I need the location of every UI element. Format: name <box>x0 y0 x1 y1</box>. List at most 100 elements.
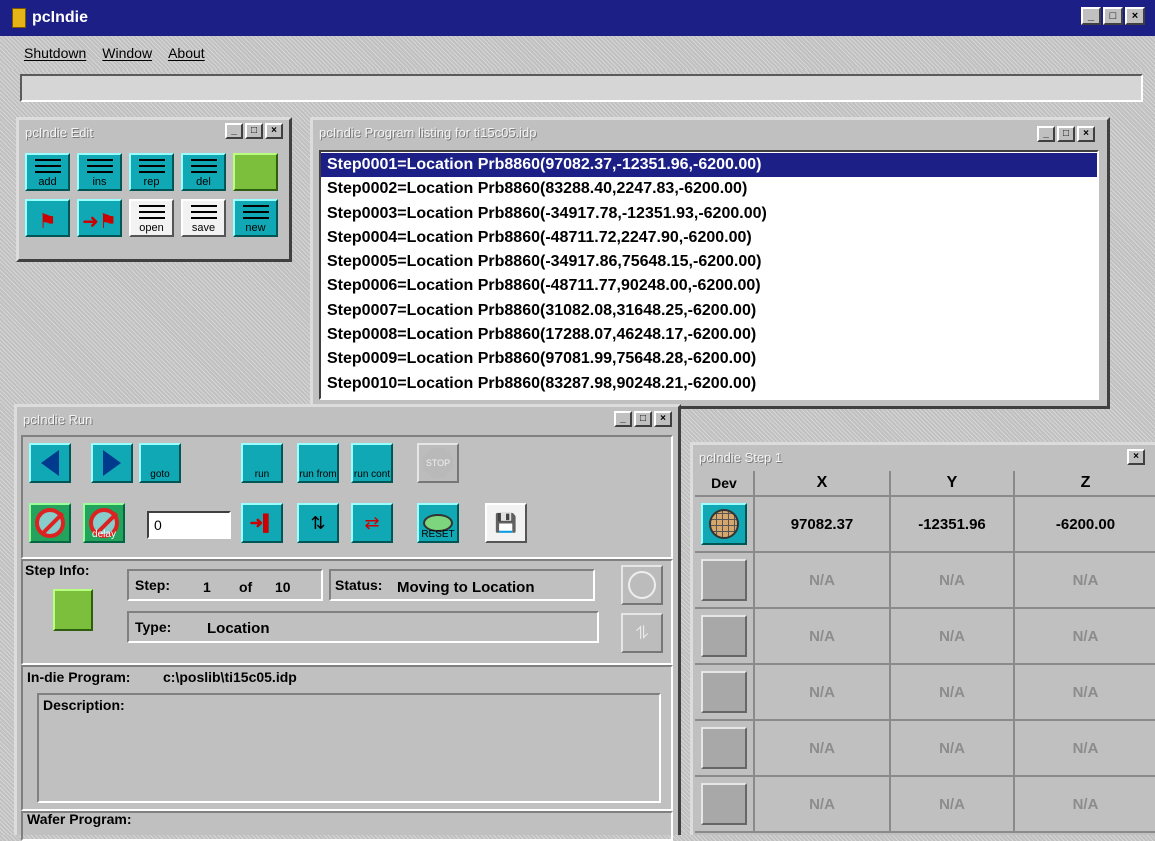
list-item[interactable]: Step0004=Location Prb8860(-48711.72,2247… <box>321 226 1097 250</box>
stop-button[interactable]: STOP <box>417 443 459 483</box>
globe-icon <box>628 571 656 599</box>
z-axis-button[interactable]: ⥮ <box>621 613 663 653</box>
listing-close-button[interactable]: × <box>1077 126 1095 142</box>
list-item[interactable]: Step0010=Location Prb8860(83287.98,90248… <box>321 372 1097 396</box>
insert-step-button[interactable]: ins <box>77 153 122 191</box>
list-icon <box>190 159 217 173</box>
right-arrow-icon <box>103 450 121 476</box>
run-titlebar[interactable]: pcIndie Run _ □ × <box>17 407 678 431</box>
y-value: N/A <box>891 777 1015 833</box>
run-from-label: run from <box>299 469 337 480</box>
close-button[interactable]: × <box>1125 7 1145 25</box>
wafer-program-label: Wafer Program: <box>27 811 132 827</box>
step-close-button[interactable]: × <box>1127 449 1145 465</box>
move-flag-button[interactable]: ➜⚑ <box>77 199 122 237</box>
col-header-dev: Dev <box>695 471 755 497</box>
flag-icon: ⚑ <box>38 211 57 233</box>
x-value: N/A <box>755 665 891 721</box>
list-item[interactable]: Step0008=Location Prb8860(17288.07,46248… <box>321 323 1097 347</box>
save-button[interactable]: save <box>181 199 226 237</box>
new-button[interactable]: new <box>233 199 278 237</box>
goto-button[interactable]: goto <box>139 443 181 483</box>
indie-program-path: c:\poslib\ti15c05.idp <box>163 669 297 685</box>
status-label: Status: <box>335 577 383 593</box>
list-item[interactable]: Step0009=Location Prb8860(97081.99,75648… <box>321 347 1097 371</box>
listing-minimize-button[interactable]: _ <box>1037 126 1055 142</box>
run-minimize-button[interactable]: _ <box>614 411 632 427</box>
y-value: -12351.96 <box>891 497 1015 553</box>
step-into-button[interactable]: ➜▌ <box>241 503 283 543</box>
listing-titlebar[interactable]: pcIndie Program listing for ti15c05.idp … <box>313 120 1107 144</box>
listing-maximize-button[interactable]: □ <box>1057 126 1075 142</box>
delete-step-button[interactable]: del <box>181 153 226 191</box>
next-step-button[interactable] <box>91 443 133 483</box>
positioner-2-button[interactable] <box>701 671 747 713</box>
add-step-button[interactable]: add <box>25 153 70 191</box>
save-probe-button[interactable]: 💾 <box>485 503 527 543</box>
run-maximize-button[interactable]: □ <box>634 411 652 427</box>
list-item[interactable]: Step0006=Location Prb8860(-48711.77,9024… <box>321 274 1097 298</box>
goto-label: goto <box>150 469 170 480</box>
step-titlebar[interactable]: pcIndie Step 1 × <box>693 445 1155 469</box>
y-value: N/A <box>891 609 1015 665</box>
loop-button[interactable]: ⇅ <box>297 503 339 543</box>
minimize-button[interactable]: _ <box>1081 7 1101 25</box>
run-continue-button[interactable]: run cont <box>351 443 393 483</box>
edit-window: pcIndie Edit _ □ × add ins rep del ⚑ ➜⚑ … <box>16 117 292 262</box>
positioner-4-button[interactable] <box>701 783 747 825</box>
run-cont-label: run cont <box>353 469 391 480</box>
flag-probe-button[interactable]: ⚑ <box>25 199 70 237</box>
edit-titlebar[interactable]: pcIndie Edit _ □ × <box>19 120 289 144</box>
edit-minimize-button[interactable]: _ <box>225 123 243 139</box>
no-probe-button[interactable] <box>29 503 71 543</box>
open-button[interactable]: open <box>129 199 174 237</box>
step-number: 1 <box>203 579 211 595</box>
app-titlebar: pcIndie _ □ × <box>0 0 1155 36</box>
edit-maximize-button[interactable]: □ <box>245 123 263 139</box>
run-close-button[interactable]: × <box>654 411 672 427</box>
app-icon <box>12 8 26 28</box>
repeat-button[interactable]: ⇄ <box>351 503 393 543</box>
of-label: of <box>239 579 253 595</box>
stop-icon: STOP <box>423 448 453 478</box>
microscope-device-button[interactable] <box>701 559 747 601</box>
device-cell <box>695 609 755 665</box>
z-value: N/A <box>1015 609 1155 665</box>
step-window: pcIndie Step 1 × Dev X Y Z 97082.37 -123… <box>690 442 1155 835</box>
list-item[interactable]: Step0007=Location Prb8860(31082.08,31648… <box>321 299 1097 323</box>
menu-about[interactable]: About <box>168 45 205 61</box>
chip-icon[interactable] <box>233 153 278 191</box>
program-listbox[interactable]: Step0001=Location Prb8860(97082.37,-1235… <box>319 150 1099 400</box>
reset-button[interactable]: RESET <box>417 503 459 543</box>
replace-step-button[interactable]: rep <box>129 153 174 191</box>
positioner-1-button[interactable] <box>701 615 747 657</box>
maximize-button[interactable]: □ <box>1103 7 1123 25</box>
arrow-flag-icon: ➜⚑ <box>82 211 117 233</box>
disk-globe-icon: 💾 <box>494 512 518 533</box>
menu-shutdown[interactable]: Shutdown <box>24 45 86 61</box>
listing-title: pcIndie Program listing for ti15c05.idp <box>319 124 537 140</box>
counter-field[interactable]: 0 <box>147 511 231 539</box>
list-item[interactable]: Step0001=Location Prb8860(97082.37,-1235… <box>321 153 1097 178</box>
z-axis-icon: ⥮ <box>635 622 649 643</box>
reset-label: RESET <box>421 529 455 540</box>
z-value: N/A <box>1015 665 1155 721</box>
positioner-3-button[interactable] <box>701 727 747 769</box>
app-title: pcIndie <box>32 9 89 26</box>
previous-step-button[interactable] <box>29 443 71 483</box>
list-item[interactable]: Step0002=Location Prb8860(83288.40,2247.… <box>321 177 1097 201</box>
y-value: N/A <box>891 665 1015 721</box>
device-cell <box>695 497 755 553</box>
no-delay-button[interactable]: delay <box>83 503 125 543</box>
type-value: Location <box>207 620 270 637</box>
list-icon <box>34 159 61 173</box>
probe-device-button[interactable] <box>701 503 747 545</box>
menu-window[interactable]: Window <box>102 45 152 61</box>
list-item[interactable]: Step0003=Location Prb8860(-34917.78,-123… <box>321 202 1097 226</box>
edit-close-button[interactable]: × <box>265 123 283 139</box>
list-item[interactable]: Step0005=Location Prb8860(-34917.86,7564… <box>321 250 1097 274</box>
run-button[interactable]: run <box>241 443 283 483</box>
run-from-button[interactable]: run from <box>297 443 339 483</box>
map-view-button[interactable] <box>621 565 663 605</box>
arrow-into-icon: ➜▌ <box>249 515 275 532</box>
